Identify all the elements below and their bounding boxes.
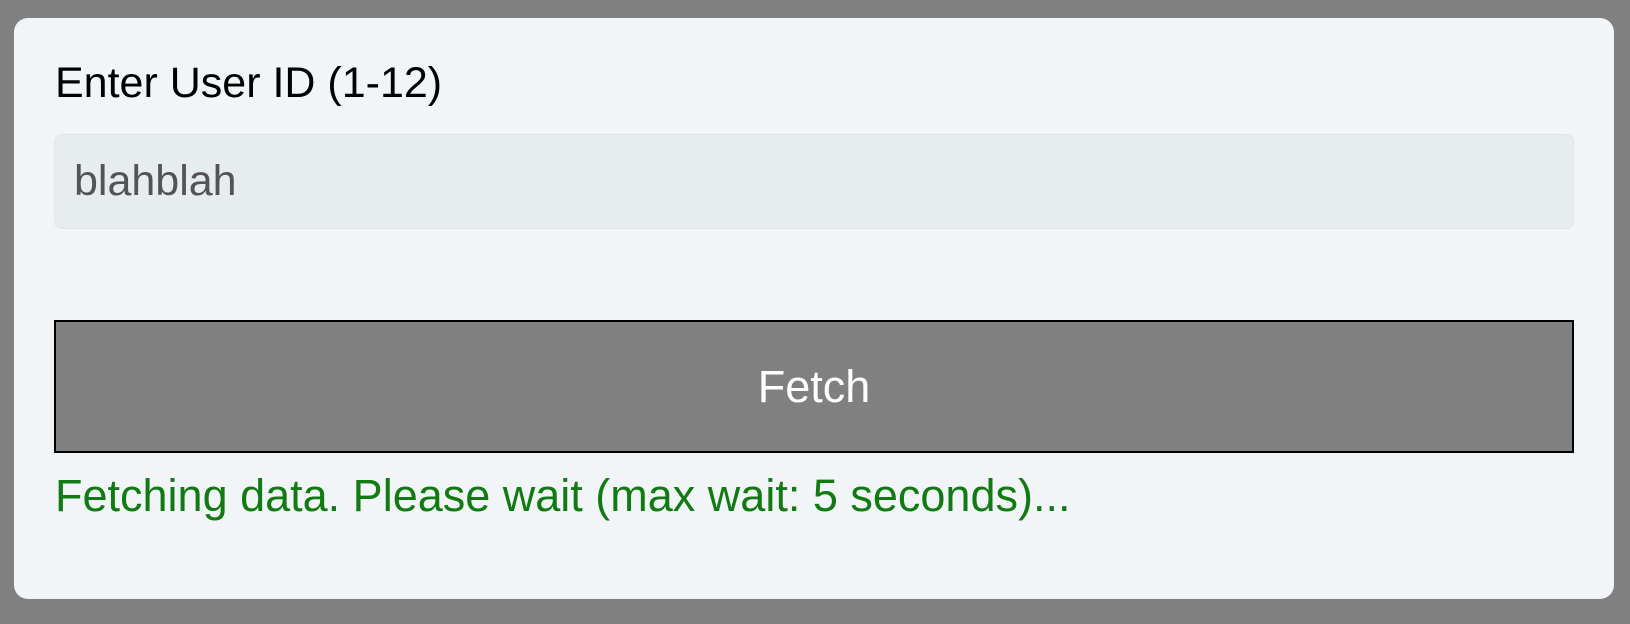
fetch-user-card: Enter User ID (1-12) Fetch Fetching data… <box>14 18 1614 599</box>
status-message: Fetching data. Please wait (max wait: 5 … <box>55 470 1071 521</box>
user-id-input[interactable] <box>54 134 1574 229</box>
user-id-label: Enter User ID (1-12) <box>55 59 443 107</box>
fetch-button[interactable]: Fetch <box>54 320 1574 453</box>
